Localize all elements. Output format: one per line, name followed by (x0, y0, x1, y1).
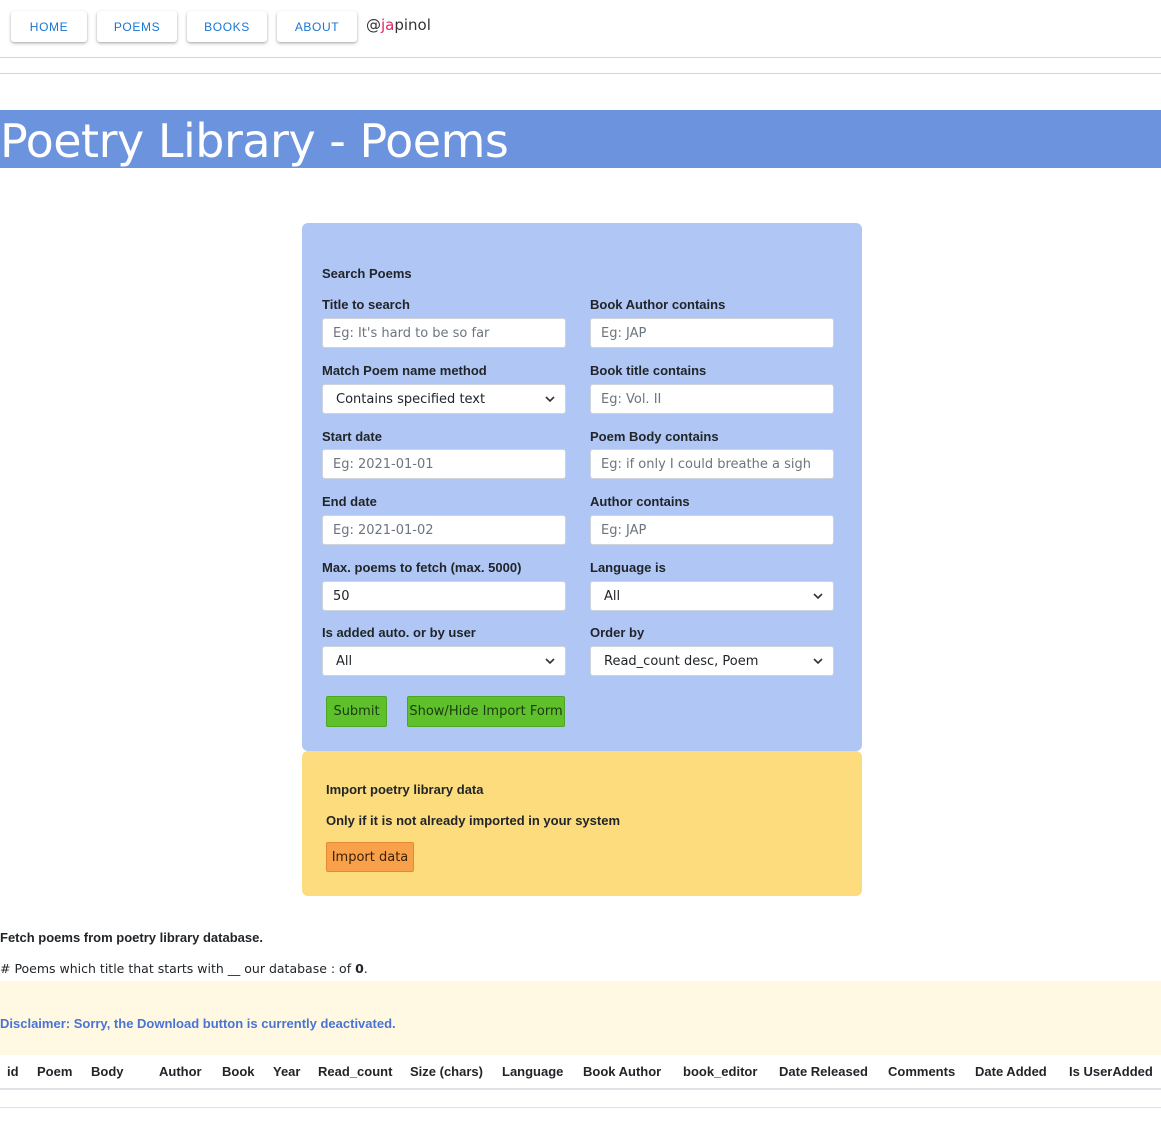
max-poems-input[interactable]: 50 (322, 581, 566, 611)
title-to-search-label: Title to search (322, 297, 410, 312)
user-handle: @japinol (366, 16, 431, 34)
page-banner: Poetry Library - Poems (0, 110, 1161, 168)
toggle-import-button[interactable]: Show/Hide Import Form (407, 696, 565, 727)
author-input[interactable]: Eg: JAP (590, 515, 834, 545)
column-header-read-count[interactable]: Read_count (318, 1064, 392, 1079)
search-form-title: Search Poems (322, 266, 412, 281)
language-value: All (604, 588, 621, 604)
disclaimer-box: Disclaimer: Sorry, the Download button i… (0, 981, 1161, 1055)
import-note: Only if it is not already imported in yo… (326, 813, 621, 828)
poem-count-line: # Poems which title that starts with __ … (0, 961, 368, 976)
submit-button[interactable]: Submit (326, 696, 387, 727)
added-by-value: All (336, 653, 353, 669)
column-header-poem[interactable]: Poem (37, 1064, 72, 1079)
handle-prefix: @ (366, 16, 381, 34)
order-by-value: Read_count desc, Poem (604, 653, 759, 669)
column-header-book[interactable]: Book (222, 1064, 255, 1079)
table-bottom-rule (0, 1107, 1161, 1108)
column-header-size[interactable]: Size (chars) (410, 1064, 483, 1079)
poems-table-header: id Poem Body Author Book Year Read_count… (0, 1056, 1161, 1090)
language-select[interactable]: All (590, 581, 834, 611)
title-to-search-input[interactable]: Eg: It's hard to be so far (322, 318, 566, 348)
nav-books-button[interactable]: BOOKS (187, 11, 267, 42)
handle-rest: pinol (394, 16, 431, 34)
column-header-year[interactable]: Year (273, 1064, 300, 1079)
book-author-label: Book Author contains (590, 297, 726, 312)
import-form: Import poetry library data Only if it is… (302, 751, 862, 896)
column-header-date-released[interactable]: Date Released (779, 1064, 868, 1079)
language-label: Language is (590, 560, 666, 575)
poem-count-text: # Poems which title that starts with __ … (0, 961, 356, 976)
order-by-select[interactable]: Read_count desc, Poem (590, 646, 834, 676)
chevron-down-icon (813, 658, 823, 665)
poem-body-label: Poem Body contains (590, 429, 719, 444)
poem-count-suffix: . (363, 961, 368, 976)
chevron-down-icon (545, 658, 555, 665)
match-method-value: Contains specified text (336, 391, 486, 407)
chevron-down-icon (813, 593, 823, 600)
chevron-down-icon (545, 396, 555, 403)
max-poems-label: Max. poems to fetch (max. 5000) (322, 560, 522, 575)
poem-body-input[interactable]: Eg: if only I could breathe a sigh (590, 449, 834, 479)
nav-about-button[interactable]: ABOUT (277, 11, 357, 42)
added-by-select[interactable]: All (322, 646, 566, 676)
column-header-is-useradded[interactable]: Is UserAdded (1069, 1064, 1153, 1079)
start-date-label: Start date (322, 429, 382, 444)
disclaimer-text: Disclaimer: Sorry, the Download button i… (0, 1016, 396, 1031)
book-title-label: Book title contains (590, 363, 707, 378)
order-by-label: Order by (590, 625, 645, 640)
column-header-book-author[interactable]: Book Author (583, 1064, 661, 1079)
nav-divider (0, 73, 1161, 74)
poem-count-value: 0 (355, 961, 364, 976)
column-header-comments[interactable]: Comments (888, 1064, 955, 1079)
start-date-input[interactable]: Eg: 2021-01-01 (322, 449, 566, 479)
column-header-language[interactable]: Language (502, 1064, 563, 1079)
nav-home-button[interactable]: HOME (11, 11, 87, 42)
match-method-select[interactable]: Contains specified text (322, 384, 566, 414)
search-form: Search Poems Title to search Eg: It's ha… (302, 223, 862, 751)
column-header-body[interactable]: Body (91, 1064, 124, 1079)
import-title: Import poetry library data (326, 782, 484, 797)
added-by-label: Is added auto. or by user (322, 625, 476, 640)
column-header-book-editor[interactable]: book_editor (683, 1064, 757, 1079)
top-nav: HOME POEMS BOOKS ABOUT @japinol (0, 0, 1161, 58)
author-label: Author contains (590, 494, 690, 509)
book-author-input[interactable]: Eg: JAP (590, 318, 834, 348)
column-header-id[interactable]: id (7, 1064, 19, 1079)
column-header-author[interactable]: Author (159, 1064, 202, 1079)
import-data-button[interactable]: Import data (326, 842, 414, 872)
end-date-label: End date (322, 494, 377, 509)
handle-accent: ja (381, 16, 395, 34)
end-date-input[interactable]: Eg: 2021-01-02 (322, 515, 566, 545)
nav-poems-button[interactable]: POEMS (97, 11, 177, 42)
column-header-date-added[interactable]: Date Added (975, 1064, 1047, 1079)
page-title: Poetry Library - Poems (0, 114, 509, 168)
fetch-title: Fetch poems from poetry library database… (0, 930, 263, 945)
book-title-input[interactable]: Eg: Vol. II (590, 384, 834, 414)
match-method-label: Match Poem name method (322, 363, 487, 378)
